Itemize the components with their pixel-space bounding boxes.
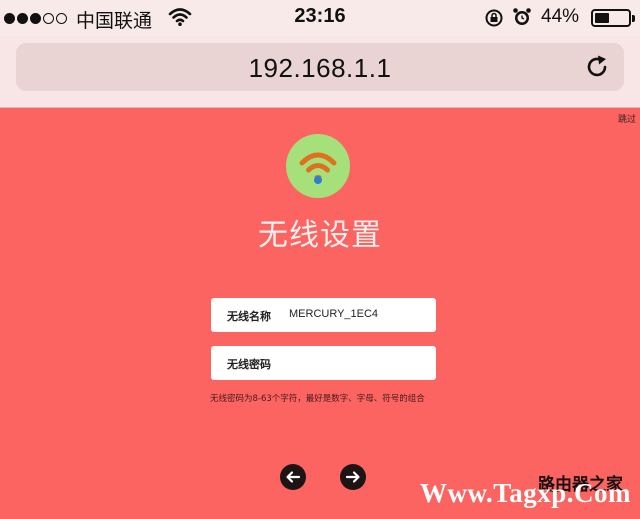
battery-percent: 44% [541, 6, 580, 27]
url-text[interactable]: 192.168.1.1 [16, 53, 624, 84]
browser-toolbar: 192.168.1.1 [0, 36, 640, 108]
address-bar[interactable]: 192.168.1.1 [16, 43, 624, 91]
back-button[interactable] [280, 464, 306, 490]
wireless-password-field[interactable]: 无线密码 [211, 346, 436, 380]
wireless-password-label: 无线密码 [227, 358, 271, 371]
page-title: 无线设置 [258, 218, 382, 253]
skip-link[interactable]: 跳过 [618, 112, 636, 125]
alarm-icon [512, 7, 532, 27]
arrow-left-icon [286, 471, 301, 483]
reload-icon[interactable] [584, 54, 610, 80]
password-hint: 无线密码为8-63个字符，最好是数字、字母、符号的组合 [210, 394, 425, 404]
rotation-lock-icon [484, 8, 504, 28]
status-bar: 中国联通 23:16 44% [0, 0, 640, 36]
wireless-name-input[interactable] [289, 308, 429, 320]
wifi-icon [299, 152, 337, 184]
router-setup-page: 跳过 无线设置 无线名称 无线密码 无线密码为8-63个字符，最好是数字、字母、… [0, 108, 640, 519]
next-button[interactable] [340, 464, 366, 490]
wifi-logo [286, 134, 350, 198]
wireless-name-label: 无线名称 [227, 310, 271, 323]
battery-icon [591, 9, 635, 27]
wireless-password-input[interactable] [289, 356, 429, 368]
watermark-site: Www.Tagxp.Com [420, 478, 632, 508]
wireless-name-field[interactable]: 无线名称 [211, 298, 436, 332]
battery-level-fill [595, 13, 610, 23]
arrow-right-icon [345, 471, 360, 483]
